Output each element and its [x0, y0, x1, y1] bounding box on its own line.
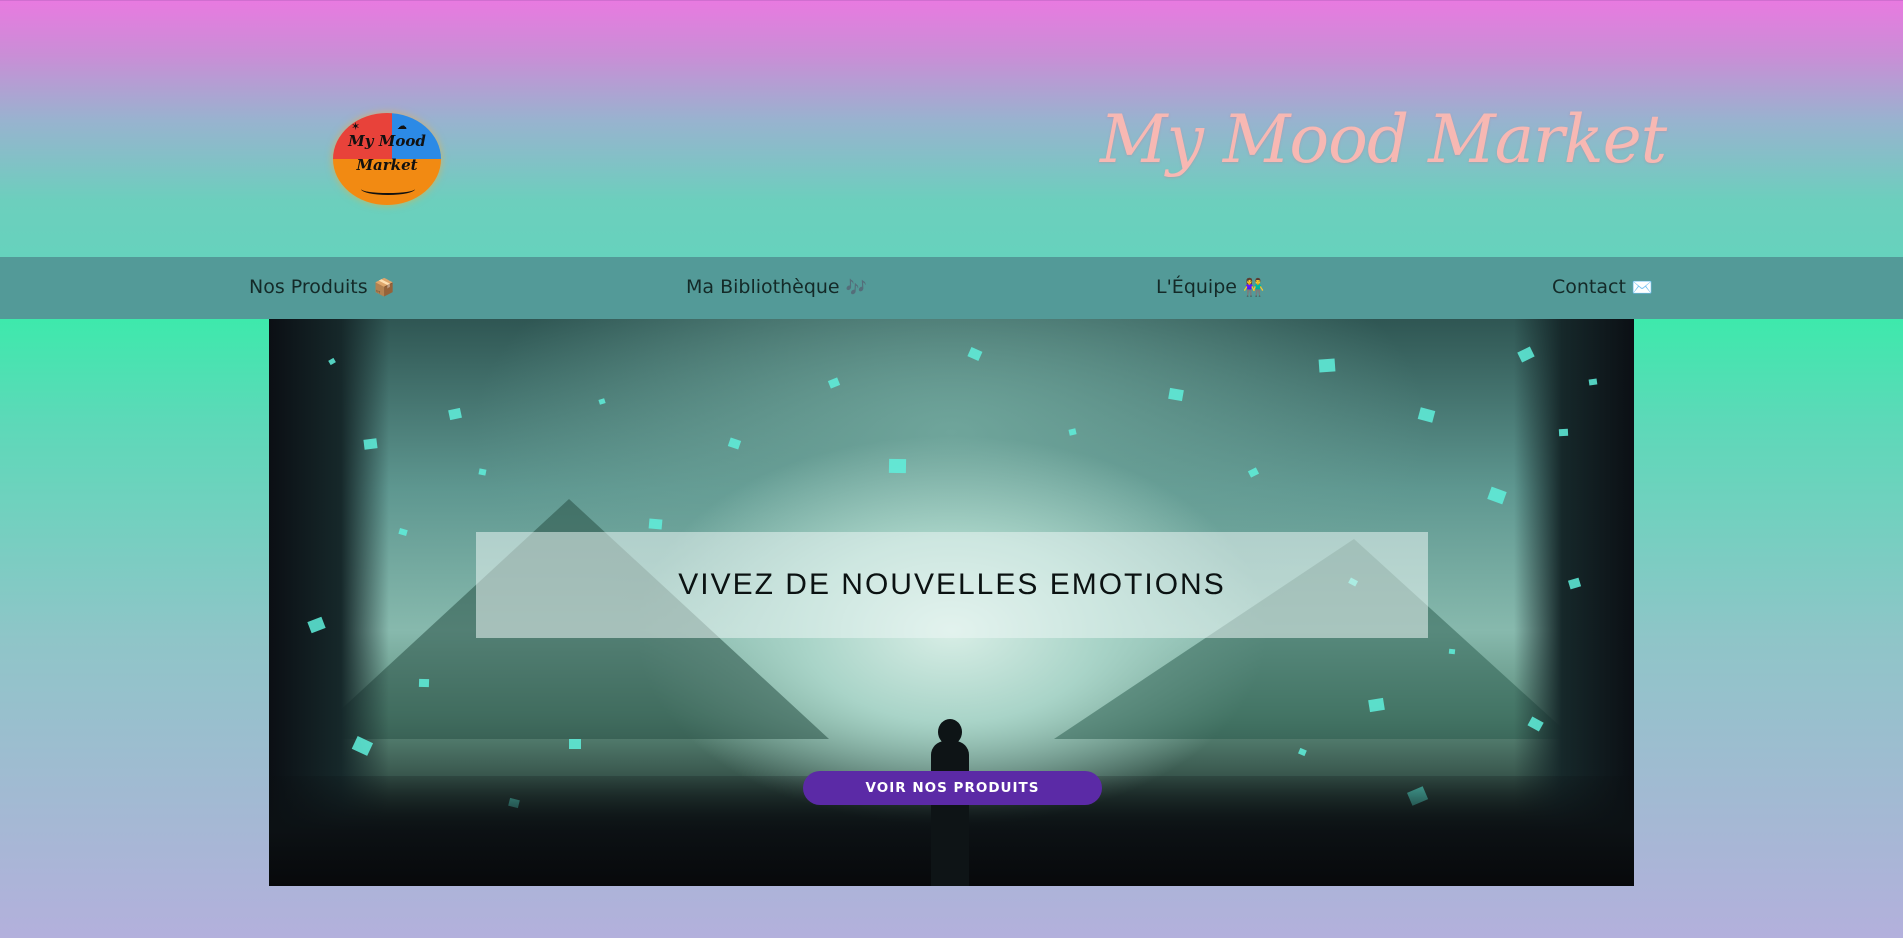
glitch-shard — [363, 438, 378, 451]
glitch-shard — [598, 398, 606, 405]
glitch-shard — [1487, 486, 1507, 505]
logo-text-line2: Market — [356, 156, 418, 174]
glitch-shard — [478, 468, 487, 476]
glitch-shard — [418, 678, 430, 688]
glitch-shard — [1417, 407, 1436, 423]
site-logo[interactable]: ✶ ☁ My Mood Market — [333, 113, 441, 205]
nav-item-nos-produits[interactable]: Nos Produits 📦 — [249, 276, 395, 298]
glitch-shard — [569, 739, 581, 749]
music-notes-icon: 🎶 — [845, 278, 867, 298]
glitch-shard — [1448, 648, 1456, 655]
nav-item-equipe[interactable]: L'Équipe 👫 — [1156, 276, 1264, 298]
glitch-shard — [1298, 747, 1307, 756]
glitch-shard — [1588, 378, 1598, 386]
main-nav: Nos Produits 📦 Ma Bibliothèque 🎶 L'Équipe 👫… — [0, 257, 1903, 319]
glitch-shard — [1247, 467, 1260, 478]
smile-icon — [361, 183, 415, 195]
glitch-shard — [1068, 428, 1077, 436]
glitch-shard — [1168, 387, 1184, 402]
package-icon: 📦 — [373, 278, 395, 298]
nav-item-ma-bibliotheque[interactable]: Ma Bibliothèque 🎶 — [686, 276, 867, 298]
glitch-shard — [1368, 697, 1385, 713]
view-products-button[interactable]: VOIR NOS PRODUITS — [803, 771, 1102, 805]
nav-item-label: Contact — [1552, 276, 1626, 298]
site-header: ✶ ☁ My Mood Market My Mood Market — [0, 0, 1903, 257]
glitch-shard — [888, 458, 907, 473]
nav-item-label: Ma Bibliothèque — [686, 276, 840, 298]
people-icon: 👫 — [1242, 278, 1265, 298]
nav-item-label: L'Équipe — [1156, 276, 1237, 298]
hero-headline: VIVEZ DE NOUVELLES EMOTIONS — [678, 568, 1226, 601]
nav-item-label: Nos Produits — [249, 276, 368, 298]
glitch-shard — [448, 407, 462, 420]
nav-item-contact[interactable]: Contact ✉️ — [1552, 276, 1653, 298]
logo-text: My Mood Market — [333, 129, 441, 177]
glitch-shard — [727, 437, 742, 450]
envelope-icon: ✉️ — [1631, 278, 1654, 298]
logo-text-line1: My Mood — [348, 132, 426, 150]
brand-title: My Mood Market — [1100, 101, 1667, 178]
glitch-shard — [1318, 358, 1336, 373]
glitch-shard — [967, 346, 983, 361]
glitch-shard — [827, 377, 841, 389]
hero-section: VIVEZ DE NOUVELLES EMOTIONS VOIR NOS PRO… — [269, 319, 1634, 886]
glitch-shard — [1558, 428, 1569, 437]
hero-banner: VIVEZ DE NOUVELLES EMOTIONS — [476, 532, 1428, 638]
glitch-shard — [648, 518, 663, 530]
